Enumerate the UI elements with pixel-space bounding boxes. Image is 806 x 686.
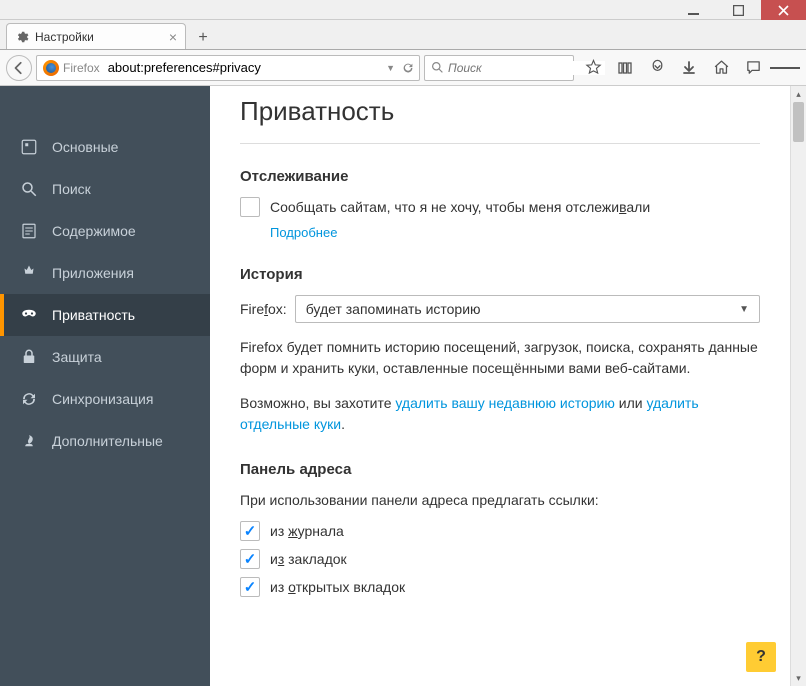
locationbar-intro: При использовании панели адреса предлага… — [240, 490, 760, 511]
sidebar-item-advanced[interactable]: Дополнительные — [0, 420, 210, 462]
history-description: Firefox будет помнить историю посещений,… — [240, 337, 760, 379]
tracking-more-link[interactable]: Подробнее — [270, 225, 337, 240]
downloads-button[interactable] — [674, 54, 704, 82]
locationbar-heading: Панель адреса — [240, 461, 760, 478]
history-select-value: будет запоминать историю — [306, 301, 481, 317]
tab-title: Настройки — [35, 30, 163, 44]
sidebar-item-security[interactable]: Защита — [0, 336, 210, 378]
locationbar-section: Панель адреса При использовании панели а… — [240, 461, 760, 597]
menu-button[interactable] — [770, 54, 800, 82]
page-title: Приватность — [240, 96, 760, 144]
sidebar-item-privacy[interactable]: Приватность — [0, 294, 210, 336]
history-select-label: Firefox: — [240, 301, 287, 317]
close-button[interactable] — [761, 0, 806, 20]
suggest-opentabs-checkbox[interactable] — [240, 577, 260, 597]
sidebar-item-content[interactable]: Содержимое — [0, 210, 210, 252]
sync-icon — [20, 390, 38, 408]
chevron-down-icon: ▼ — [739, 304, 749, 315]
sidebar-label: Основные — [52, 139, 118, 155]
sidebar-label: Синхронизация — [52, 391, 153, 407]
help-button[interactable]: ? — [746, 642, 776, 672]
scroll-thumb[interactable] — [793, 102, 804, 142]
sidebar-item-general[interactable]: Основные — [0, 126, 210, 168]
sidebar-item-applications[interactable]: Приложения — [0, 252, 210, 294]
firefox-icon — [43, 60, 59, 76]
tracking-heading: Отслеживание — [240, 168, 760, 185]
bookmark-star-button[interactable] — [578, 54, 608, 82]
url-bar[interactable]: Firefox ▼ — [36, 55, 420, 81]
scroll-down-icon[interactable]: ▾ — [791, 670, 806, 686]
pocket-button[interactable] — [642, 54, 672, 82]
tracking-section: Отслеживание Сообщать сайтам, что я не х… — [240, 168, 760, 240]
suggest-opentabs-label: из открытых вкладок — [270, 579, 405, 595]
window-controls — [0, 0, 806, 20]
url-dropdown-icon[interactable]: ▼ — [386, 63, 395, 73]
search-bar[interactable] — [424, 55, 574, 81]
suggest-history-checkbox[interactable] — [240, 521, 260, 541]
identity-label: Firefox — [63, 61, 100, 75]
search-icon — [20, 180, 38, 198]
applications-icon — [20, 264, 38, 282]
toolbar: Firefox ▼ — [0, 50, 806, 86]
do-not-track-checkbox[interactable] — [240, 197, 260, 217]
history-heading: История — [240, 266, 760, 283]
browser-tab[interactable]: Настройки × — [6, 23, 186, 49]
minimize-button[interactable] — [671, 0, 716, 20]
suggest-bookmarks-checkbox[interactable] — [240, 549, 260, 569]
tab-strip: Настройки × + — [0, 20, 806, 50]
library-button[interactable] — [610, 54, 640, 82]
identity-box[interactable]: Firefox — [41, 60, 104, 76]
vertical-scrollbar[interactable]: ▴ ▾ — [790, 86, 806, 686]
privacy-mask-icon — [20, 306, 38, 324]
clear-history-link[interactable]: удалить вашу недавнюю историю — [395, 395, 614, 411]
preferences-sidebar: Основные Поиск Содержимое Приложения При… — [0, 86, 210, 686]
sidebar-label: Приватность — [52, 307, 135, 323]
advanced-icon — [20, 432, 38, 450]
history-mode-select[interactable]: будет запоминать историю ▼ — [295, 295, 760, 323]
home-button[interactable] — [706, 54, 736, 82]
new-tab-button[interactable]: + — [190, 27, 216, 49]
sidebar-item-search[interactable]: Поиск — [0, 168, 210, 210]
maximize-button[interactable] — [716, 0, 761, 20]
sidebar-label: Приложения — [52, 265, 134, 281]
lock-icon — [20, 348, 38, 366]
scroll-up-icon[interactable]: ▴ — [791, 86, 806, 102]
content-icon — [20, 222, 38, 240]
search-icon — [431, 61, 444, 74]
general-icon — [20, 138, 38, 156]
chat-button[interactable] — [738, 54, 768, 82]
sidebar-label: Дополнительные — [52, 433, 163, 449]
suggest-history-label: из журнала — [270, 523, 344, 539]
do-not-track-label: Сообщать сайтам, что я не хочу, чтобы ме… — [270, 199, 650, 215]
history-links-text: Возможно, вы захотите удалить вашу недав… — [240, 393, 760, 435]
sidebar-label: Поиск — [52, 181, 91, 197]
suggest-bookmarks-label: из закладок — [270, 551, 347, 567]
gear-icon — [15, 30, 29, 44]
reload-button[interactable] — [401, 61, 415, 75]
history-section: История Firefox: будет запоминать истори… — [240, 266, 760, 435]
sidebar-item-sync[interactable]: Синхронизация — [0, 378, 210, 420]
url-input[interactable] — [104, 60, 386, 75]
back-button[interactable] — [6, 55, 32, 81]
tab-close-icon[interactable]: × — [169, 30, 177, 44]
sidebar-label: Защита — [52, 349, 102, 365]
main-panel: Приватность Отслеживание Сообщать сайтам… — [210, 86, 790, 686]
sidebar-label: Содержимое — [52, 223, 136, 239]
